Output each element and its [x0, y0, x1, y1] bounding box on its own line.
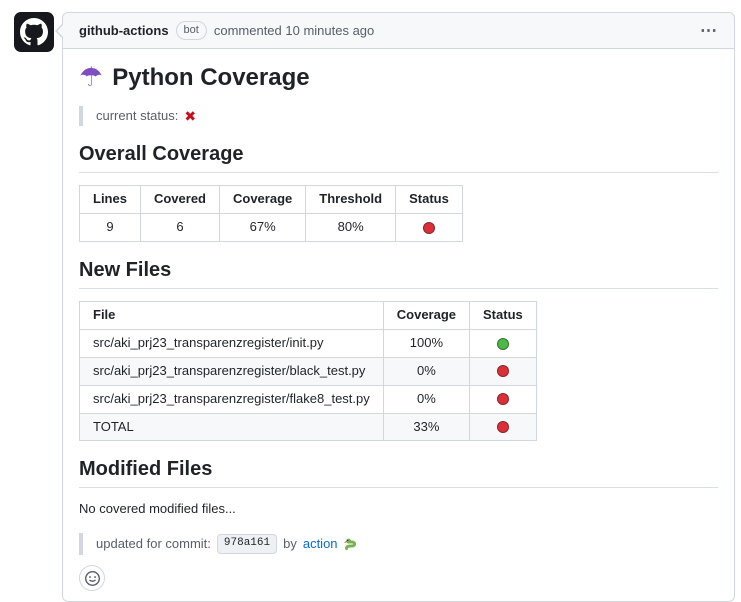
- author-link[interactable]: github-actions: [79, 23, 169, 38]
- by-text: by: [283, 535, 297, 554]
- col-threshold: Threshold: [306, 186, 396, 214]
- cell-status: [470, 329, 537, 357]
- col-file: File: [80, 302, 384, 330]
- comment-body: ☂ Python Coverage current status: ✖ Over…: [63, 49, 734, 601]
- commit-label: updated for commit:: [96, 535, 211, 554]
- cell-threshold: 80%: [306, 214, 396, 242]
- status-dot: [497, 393, 509, 405]
- table-header-row: File Coverage Status: [80, 302, 537, 330]
- new-files-heading: New Files: [79, 258, 718, 289]
- cell-coverage: 0%: [383, 357, 469, 385]
- table-header-row: Lines Covered Coverage Threshold Status: [80, 186, 463, 214]
- smiley-icon: [85, 571, 100, 586]
- cell-status: [396, 214, 463, 242]
- status-dot: [423, 222, 435, 234]
- current-status-label: current status:: [96, 107, 178, 126]
- umbrella-icon: ☂: [79, 64, 103, 91]
- cell-file: src/aki_prj23_transparenzregister/flake8…: [80, 385, 384, 413]
- bot-badge: bot: [176, 21, 207, 40]
- snake-icon: [344, 536, 360, 552]
- col-status: Status: [470, 302, 537, 330]
- avatar[interactable]: [14, 12, 54, 52]
- cell-status: [470, 357, 537, 385]
- cell-coverage: 0%: [383, 385, 469, 413]
- col-lines: Lines: [80, 186, 141, 214]
- cell-file: src/aki_prj23_transparenzregister/init.p…: [80, 329, 384, 357]
- comment-card: github-actions bot commented 10 minutes …: [62, 12, 735, 602]
- col-status: Status: [396, 186, 463, 214]
- timestamp-link[interactable]: commented 10 minutes ago: [214, 23, 374, 38]
- status-dot: [497, 421, 509, 433]
- comment-header: github-actions bot commented 10 minutes …: [63, 13, 734, 49]
- col-coverage: Coverage: [383, 302, 469, 330]
- col-coverage: Coverage: [220, 186, 306, 214]
- col-covered: Covered: [140, 186, 219, 214]
- cell-file: TOTAL: [80, 413, 384, 441]
- comment-caret-fill: [57, 25, 63, 37]
- commit-info-quote: updated for commit: 978a161 by action: [79, 533, 718, 555]
- cross-mark-icon: ✖: [184, 109, 196, 123]
- cell-lines: 9: [80, 214, 141, 242]
- cell-coverage: 100%: [383, 329, 469, 357]
- cell-covered: 6: [140, 214, 219, 242]
- page-title-text: Python Coverage: [112, 64, 309, 92]
- status-dot: [497, 338, 509, 350]
- cell-coverage: 33%: [383, 413, 469, 441]
- commit-sha-chip: 978a161: [217, 534, 277, 554]
- modified-files-heading: Modified Files: [79, 457, 718, 488]
- cell-file: src/aki_prj23_transparenzregister/black_…: [80, 357, 384, 385]
- cell-status: [470, 385, 537, 413]
- table-row: src/aki_prj23_transparenzregister/flake8…: [80, 385, 537, 413]
- page-title: ☂ Python Coverage: [79, 64, 718, 92]
- cell-status: [470, 413, 537, 441]
- overall-coverage-table: Lines Covered Coverage Threshold Status …: [79, 185, 463, 242]
- table-row: src/aki_prj23_transparenzregister/black_…: [80, 357, 537, 385]
- modified-files-empty-text: No covered modified files...: [79, 500, 718, 519]
- add-reaction-button[interactable]: [79, 565, 105, 591]
- status-dot: [497, 365, 509, 377]
- table-row-total: TOTAL 33%: [80, 413, 537, 441]
- action-link[interactable]: action: [303, 535, 338, 554]
- table-row: src/aki_prj23_transparenzregister/init.p…: [80, 329, 537, 357]
- kebab-menu-icon[interactable]: ⋯: [700, 22, 718, 39]
- new-files-table: File Coverage Status src/aki_prj23_trans…: [79, 301, 537, 441]
- cell-coverage: 67%: [220, 214, 306, 242]
- github-octocat-icon: [20, 18, 48, 46]
- current-status-quote: current status: ✖: [79, 106, 718, 127]
- overall-coverage-heading: Overall Coverage: [79, 142, 718, 173]
- table-row: 9 6 67% 80%: [80, 214, 463, 242]
